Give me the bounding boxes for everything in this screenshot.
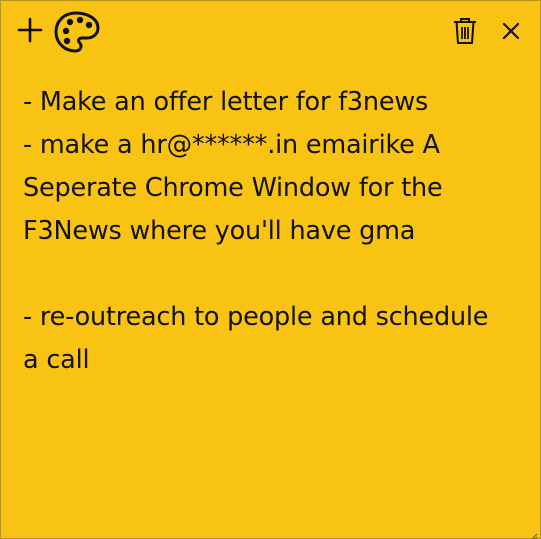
- note-text-area[interactable]: - Make an offer letter for f3news - make…: [23, 81, 528, 382]
- trash-icon: [454, 18, 476, 44]
- note-line: F3News where you'll have gma: [23, 216, 416, 246]
- note-line: - re-outreach to people and schedule: [23, 302, 489, 332]
- close-icon: [502, 22, 520, 40]
- note-line: - Make an offer letter for f3news: [23, 87, 429, 117]
- resize-grip-icon[interactable]: [528, 526, 538, 539]
- add-note-button[interactable]: [13, 13, 47, 47]
- palette-icon: [54, 11, 100, 53]
- note-line: - make a hr@******.in emairike A: [23, 130, 440, 160]
- plus-icon: [17, 17, 43, 43]
- close-note-button[interactable]: [495, 13, 527, 49]
- color-palette-button[interactable]: [51, 8, 103, 56]
- note-toolbar: [1, 1, 540, 59]
- sticky-note-window: - Make an offer letter for f3news - make…: [0, 0, 541, 539]
- note-line: Seperate Chrome Window for the: [23, 173, 443, 203]
- note-line: a call: [23, 345, 90, 375]
- note-blank-line: [23, 253, 528, 296]
- delete-note-button[interactable]: [447, 13, 483, 49]
